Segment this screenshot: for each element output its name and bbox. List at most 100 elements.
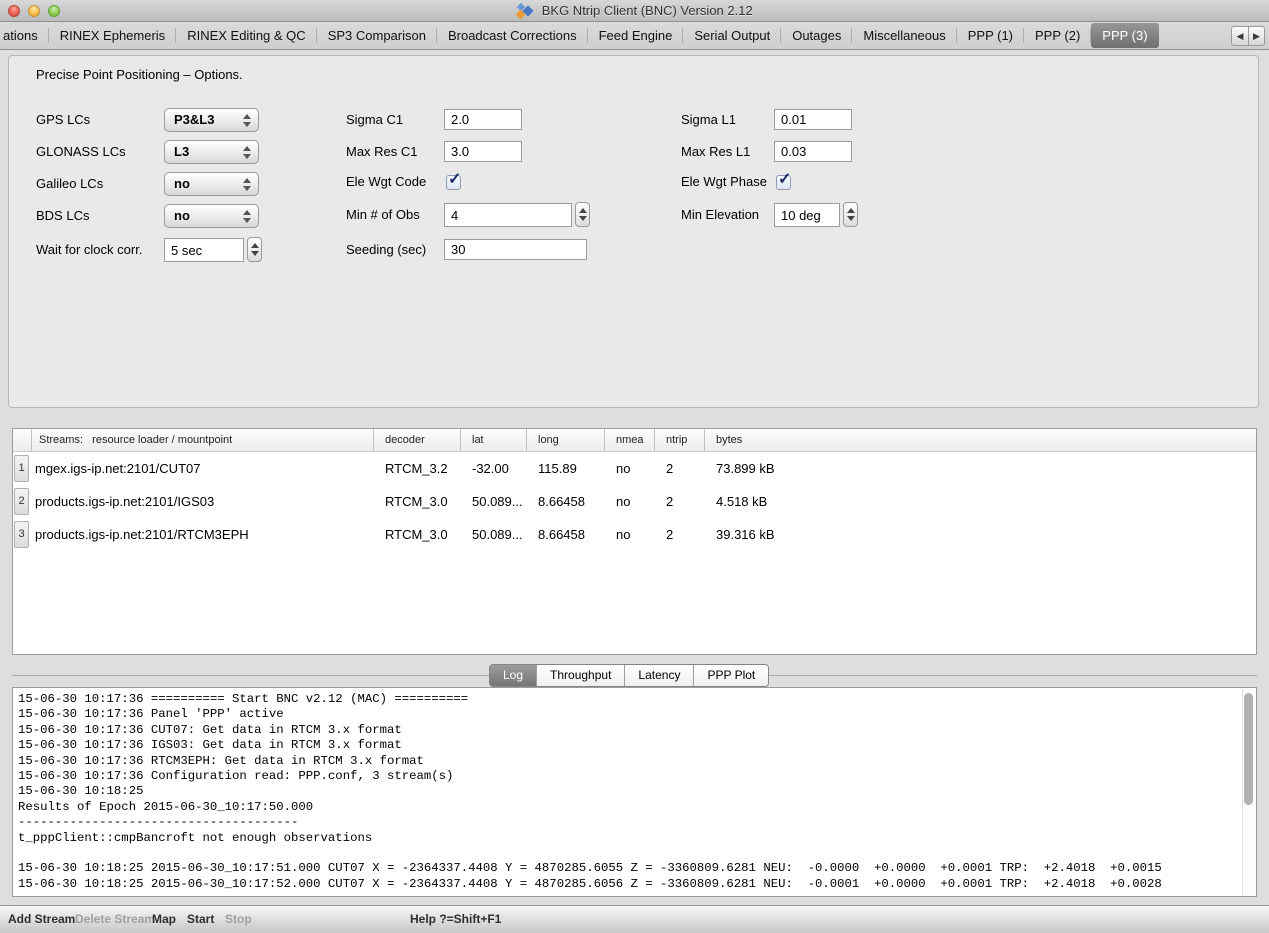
seeding-input[interactable] [444,239,587,260]
gps-lcs-label: GPS LCs [36,108,90,132]
wait-clock-corr-input[interactable] [164,238,244,262]
cell-mountpoint: mgex.igs-ip.net:2101/CUT07 [31,452,373,485]
wait-clock-corr-label: Wait for clock corr. [36,238,142,262]
tab-scroll-right-button[interactable]: ▶ [1248,26,1265,46]
cell-decoder: RTCM_3.0 [373,485,460,518]
cell-lat: -32.00 [460,452,526,485]
cell-long: 115.89 [526,452,604,485]
tab-latency[interactable]: Latency [624,665,693,686]
tab-stations[interactable]: ations [0,22,49,49]
ele-wgt-code-checkbox[interactable]: ✓ [446,175,461,190]
help-shortcut-label: Help ?=Shift+F1 [410,906,501,933]
row-number: 3 [14,521,29,548]
min-obs-stepper[interactable] [575,202,590,227]
table-row[interactable]: 1 mgex.igs-ip.net:2101/CUT07 RTCM_3.2 -3… [13,452,1256,485]
log-panel: 15-06-30 10:17:36 ========== Start BNC v… [12,687,1257,897]
cell-long: 8.66458 [526,518,604,551]
checkmark-icon: ✓ [448,169,461,189]
cell-bytes: 4.518 kB [704,485,1256,518]
max-res-l1-label: Max Res L1 [681,140,750,164]
panel-title: Precise Point Positioning – Options. [36,67,243,82]
updown-arrows-icon [243,210,250,223]
stop-button: Stop [225,906,252,933]
log-scrollbar-thumb[interactable] [1244,693,1253,805]
cell-decoder: RTCM_3.0 [373,518,460,551]
sigma-l1-label: Sigma L1 [681,108,736,132]
tab-ppp-3[interactable]: PPP (3) [1091,23,1158,48]
table-corner-cell [13,429,31,451]
gps-lcs-select[interactable]: P3&L3 [164,108,259,132]
tab-sp3-comparison[interactable]: SP3 Comparison [317,22,437,49]
window-title: BKG Ntrip Client (BNC) Version 2.12 [542,3,753,18]
streams-table-header: Streams: resource loader / mountpoint de… [13,429,1256,452]
max-res-l1-input[interactable] [774,141,852,162]
min-elevation-input[interactable] [774,203,840,227]
tab-miscellaneous[interactable]: Miscellaneous [852,22,956,49]
tab-log[interactable]: Log [490,665,536,686]
column-header-mountpoint: Streams: resource loader / mountpoint [31,429,373,451]
start-button[interactable]: Start [187,906,214,933]
table-row[interactable]: 3 products.igs-ip.net:2101/RTCM3EPH RTCM… [13,518,1256,551]
cell-nmea: no [604,518,654,551]
column-header-decoder: decoder [373,429,460,451]
tab-throughput[interactable]: Throughput [536,665,624,686]
bds-lcs-select[interactable]: no [164,204,259,228]
cell-mountpoint: products.igs-ip.net:2101/IGS03 [31,485,373,518]
max-res-c1-input[interactable] [444,141,522,162]
galileo-lcs-select[interactable]: no [164,172,259,196]
min-elevation-stepper[interactable] [843,202,858,227]
tab-serial-output[interactable]: Serial Output [683,22,781,49]
cell-nmea: no [604,485,654,518]
tab-broadcast-corrections[interactable]: Broadcast Corrections [437,22,588,49]
titlebar: BKG Ntrip Client (BNC) Version 2.12 [0,0,1269,22]
title-wrap: BKG Ntrip Client (BNC) Version 2.12 [0,0,1269,22]
cell-lat: 50.089... [460,485,526,518]
galileo-lcs-value: no [174,173,190,195]
column-header-nmea: nmea [604,429,654,451]
bottom-toolbar: Add Stream Delete Stream Map Start Stop … [0,905,1269,933]
glonass-lcs-select[interactable]: L3 [164,140,259,164]
column-header-bytes: bytes [704,429,1256,451]
ele-wgt-code-label: Ele Wgt Code [346,170,426,194]
map-button[interactable]: Map [152,906,176,933]
max-res-c1-label: Max Res C1 [346,140,418,164]
sigma-l1-input[interactable] [774,109,852,130]
updown-arrows-icon [243,114,250,127]
tab-feed-engine[interactable]: Feed Engine [588,22,684,49]
tab-ppp-2[interactable]: PPP (2) [1024,22,1091,49]
log-text: 15-06-30 10:17:36 ========== Start BNC v… [18,692,1240,892]
table-row[interactable]: 2 products.igs-ip.net:2101/IGS03 RTCM_3.… [13,485,1256,518]
cell-decoder: RTCM_3.2 [373,452,460,485]
tab-ppp-plot[interactable]: PPP Plot [693,665,768,686]
add-stream-button[interactable]: Add Stream [8,906,75,933]
cell-long: 8.66458 [526,485,604,518]
glonass-lcs-label: GLONASS LCs [36,140,126,164]
bds-lcs-value: no [174,205,190,227]
min-obs-label: Min # of Obs [346,203,420,227]
app-window: BKG Ntrip Client (BNC) Version 2.12 atio… [0,0,1269,933]
checkmark-icon: ✓ [778,169,791,189]
column-header-lat: lat [460,429,526,451]
column-header-ntrip: ntrip [654,429,704,451]
tab-scroll-left-button[interactable]: ◀ [1231,26,1248,46]
cell-ntrip: 2 [654,518,704,551]
cell-mountpoint: products.igs-ip.net:2101/RTCM3EPH [31,518,373,551]
cell-ntrip: 2 [654,452,704,485]
cell-bytes: 73.899 kB [704,452,1256,485]
delete-stream-button: Delete Stream [75,906,155,933]
galileo-lcs-label: Galileo LCs [36,172,103,196]
gps-lcs-value: P3&L3 [174,109,214,131]
ppp3-options-panel: Precise Point Positioning – Options. GPS… [8,55,1259,408]
sigma-c1-input[interactable] [444,109,522,130]
min-obs-input[interactable] [444,203,572,227]
tab-rinex-ephemeris[interactable]: RINEX Ephemeris [49,22,176,49]
tab-ppp-1[interactable]: PPP (1) [957,22,1024,49]
tab-rinex-editing-qc[interactable]: RINEX Editing & QC [176,22,317,49]
wait-clock-corr-stepper[interactable] [247,237,262,262]
ele-wgt-phase-checkbox[interactable]: ✓ [776,175,791,190]
cell-ntrip: 2 [654,485,704,518]
tab-outages[interactable]: Outages [781,22,852,49]
row-number: 2 [14,488,29,515]
updown-arrows-icon [243,178,250,191]
log-scrollbar[interactable] [1242,689,1255,895]
